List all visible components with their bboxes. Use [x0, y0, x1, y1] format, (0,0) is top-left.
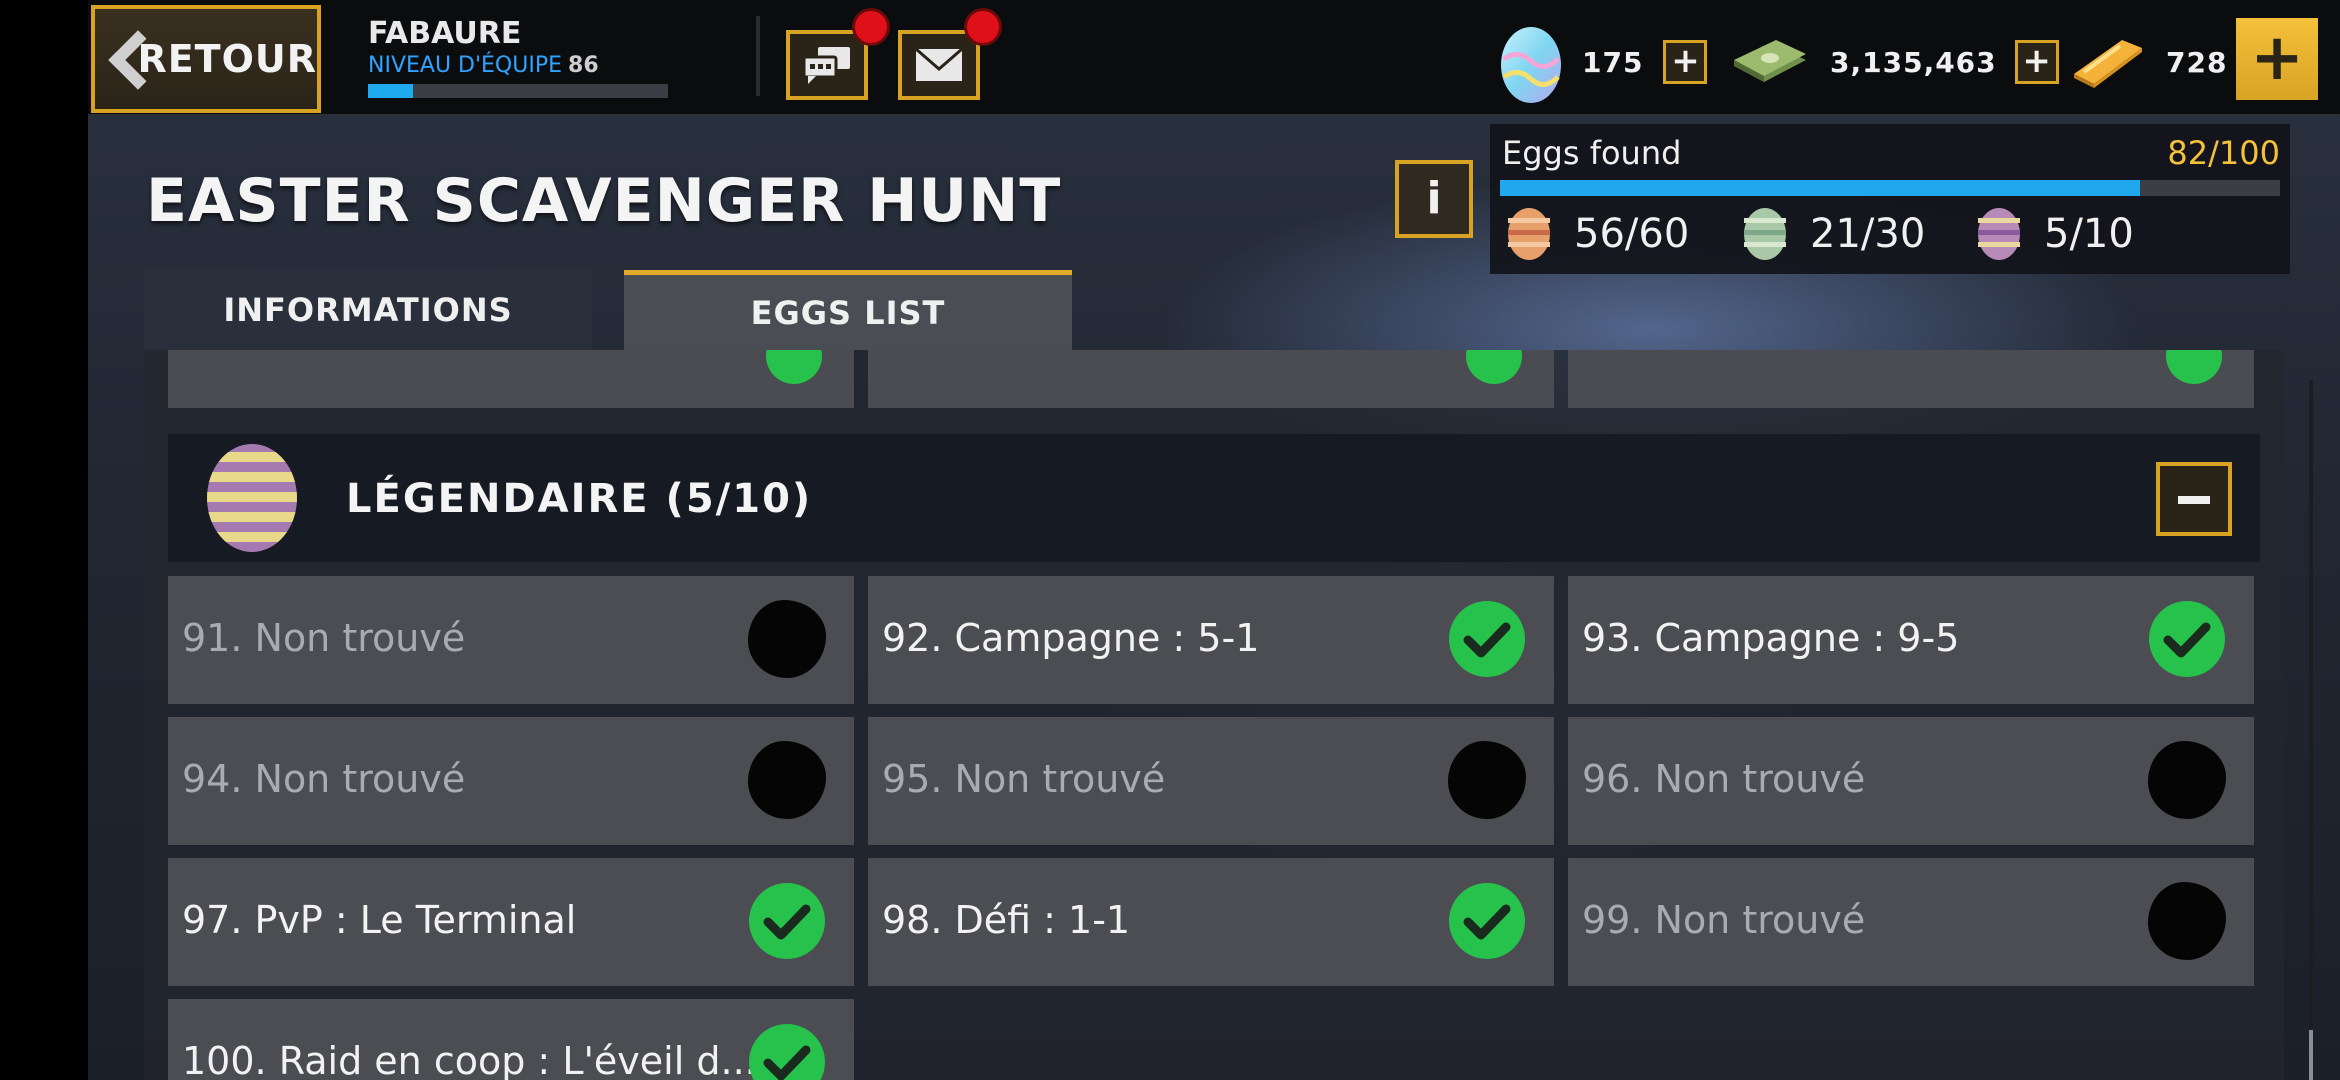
team-level-value: 86 [568, 53, 599, 78]
egg-currency-value: 175 [1582, 45, 1644, 79]
check-icon [1466, 350, 1522, 384]
cash-currency: 3,135,463 + [1730, 22, 2059, 102]
egg-currency-icon [1501, 27, 1561, 103]
xp-progress-bar [368, 84, 668, 98]
check-icon [1449, 883, 1525, 959]
egg-location-label: 92. Campagne : 5-1 [882, 616, 1260, 660]
mail-button[interactable] [898, 8, 1002, 100]
section-title: LÉGENDAIRE (5/10) [346, 476, 813, 522]
divider [756, 16, 760, 96]
check-icon [2149, 601, 2225, 677]
check-icon [1449, 601, 1525, 677]
chat-button[interactable] [786, 8, 890, 100]
egg-location-label: 99. Non trouvé [1582, 898, 1866, 942]
page-title: EASTER SCAVENGER HUNT [146, 166, 1062, 236]
unknown-egg-icon [748, 600, 826, 678]
collapse-button[interactable] [2156, 462, 2232, 536]
egg-list-item[interactable]: 95. Non trouvé [868, 717, 1554, 845]
common-egg-count: 56/60 [1574, 211, 1690, 257]
gold-currency: 728 [2070, 22, 2227, 102]
screen-edge [0, 0, 88, 1080]
unknown-egg-icon [2148, 882, 2226, 960]
eggs-found-label: Eggs found [1502, 134, 1682, 172]
egg-list-item[interactable]: 91. Non trouvé [168, 576, 854, 704]
check-icon [749, 1024, 825, 1080]
eggs-found-panel: Eggs found 82/100 56/60 21/30 5/10 [1490, 124, 2290, 274]
eggs-found-progress-fill [1500, 180, 2140, 196]
egg-location-label: 100. Raid en coop : L'éveil d... [182, 1039, 757, 1080]
egg-list-item[interactable]: 96. Non trouvé [1568, 717, 2254, 845]
mail-notification-badge [964, 8, 1002, 46]
gold-add-button[interactable]: + [2236, 18, 2318, 100]
tab-eggs-list[interactable]: EGGS LIST [624, 270, 1072, 350]
legendary-section-header[interactable]: LÉGENDAIRE (5/10) [168, 434, 2260, 562]
cash-currency-value: 3,135,463 [1830, 45, 1997, 79]
chat-notification-badge [852, 8, 890, 46]
check-icon [749, 883, 825, 959]
envelope-icon [915, 47, 963, 81]
egg-currency-add-button[interactable]: + [1663, 40, 1708, 84]
top-bar: RETOUR FABAURE NIVEAU D'ÉQUIPE 86 175 + … [88, 0, 2340, 116]
partial-row-cell [868, 350, 1554, 408]
scrollbar-track[interactable] [2309, 380, 2313, 1080]
team-level: NIVEAU D'ÉQUIPE 86 [368, 53, 599, 78]
egg-list-item[interactable]: 94. Non trouvé [168, 717, 854, 845]
player-info: FABAURE NIVEAU D'ÉQUIPE 86 [368, 16, 599, 78]
gold-currency-value: 728 [2166, 45, 2228, 79]
legendary-egg-stat: 5/10 [1976, 206, 2134, 262]
eggs-found-progress-bar [1500, 180, 2280, 196]
chevron-left-icon [105, 29, 123, 89]
tab-informations[interactable]: INFORMATIONS [144, 270, 592, 350]
egg-location-label: 97. PvP : Le Terminal [182, 898, 577, 942]
legendary-egg-icon [1978, 208, 2020, 260]
player-name: FABAURE [368, 16, 522, 51]
egg-list-item[interactable]: 92. Campagne : 5-1 [868, 576, 1554, 704]
scrollbar-thumb[interactable] [2309, 1030, 2313, 1080]
legendary-egg-count: 5/10 [2044, 211, 2134, 257]
egg-list-item[interactable]: 99. Non trouvé [1568, 858, 2254, 986]
common-egg-icon [1508, 208, 1550, 260]
egg-list-item[interactable]: 98. Défi : 1-1 [868, 858, 1554, 986]
unknown-egg-icon [1448, 741, 1526, 819]
egg-location-label: 95. Non trouvé [882, 757, 1166, 801]
eggs-found-count: 82/100 [2167, 134, 2280, 172]
partial-row-cell [1568, 350, 2254, 408]
egg-list-item[interactable]: 97. PvP : Le Terminal [168, 858, 854, 986]
common-egg-stat: 56/60 [1506, 206, 1689, 262]
rare-egg-count: 21/30 [1810, 211, 1926, 257]
unknown-egg-icon [2148, 741, 2226, 819]
egg-currency: 175 + [1498, 22, 1708, 103]
egg-list-item[interactable]: 100. Raid en coop : L'éveil d... [168, 999, 854, 1080]
egg-location-label: 91. Non trouvé [182, 616, 466, 660]
info-button[interactable]: i [1395, 160, 1473, 238]
egg-location-label: 94. Non trouvé [182, 757, 466, 801]
cash-stack-icon [1734, 40, 1806, 82]
gold-bar-icon [2074, 40, 2142, 88]
cash-currency-add-button[interactable]: + [2014, 40, 2059, 84]
rare-egg-icon [1744, 208, 1786, 260]
check-icon [766, 350, 822, 384]
rare-egg-stat: 21/30 [1742, 206, 1925, 262]
eggs-list-panel: LÉGENDAIRE (5/10) 91. Non trouvé 92. Camp… [144, 350, 2284, 1080]
xp-progress-fill [368, 84, 413, 98]
team-level-label: NIVEAU D'ÉQUIPE [368, 53, 563, 78]
egg-list-item[interactable]: 93. Campagne : 9-5 [1568, 576, 2254, 704]
egg-location-label: 98. Défi : 1-1 [882, 898, 1131, 942]
partial-row-cell [168, 350, 854, 408]
egg-location-label: 96. Non trouvé [1582, 757, 1866, 801]
chat-icon [802, 47, 850, 84]
check-icon [2166, 350, 2222, 384]
back-button[interactable]: RETOUR [91, 5, 321, 113]
legendary-egg-icon [207, 444, 297, 552]
egg-location-label: 93. Campagne : 9-5 [1582, 616, 1960, 660]
unknown-egg-icon [748, 741, 826, 819]
